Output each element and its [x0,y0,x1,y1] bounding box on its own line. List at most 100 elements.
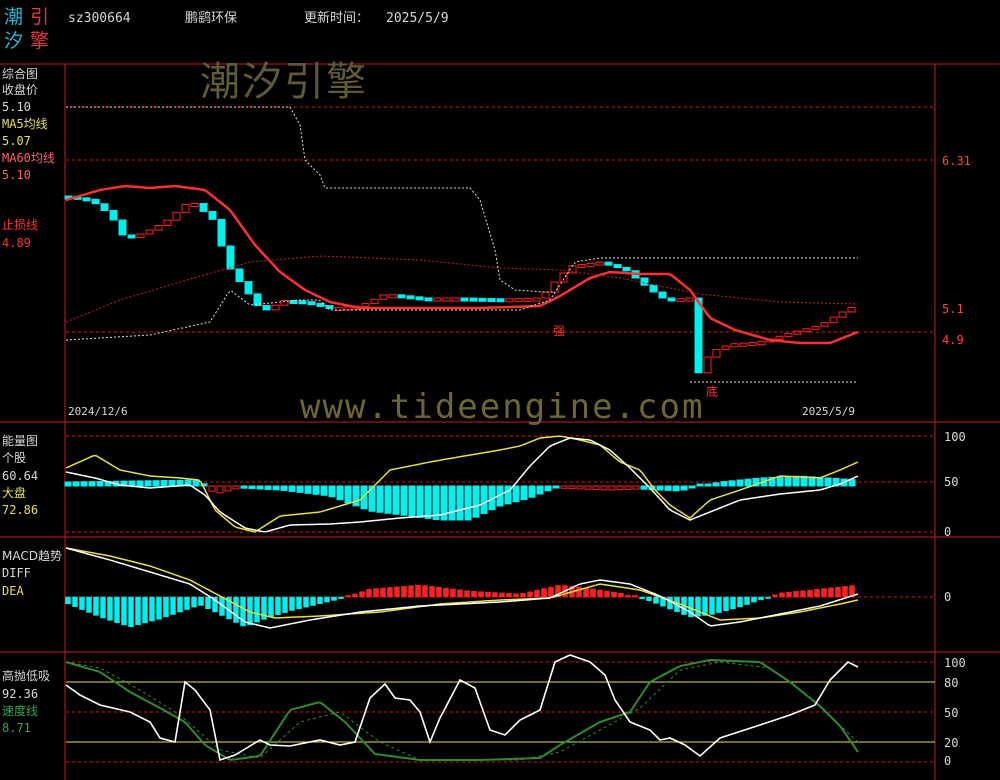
candle [802,328,811,333]
candle [100,203,109,211]
macd-histogram-bar [387,587,393,598]
kdj-panel[interactable] [65,654,859,762]
energy-axis-label: 0 [944,525,952,539]
candle [523,297,532,302]
energy-panel[interactable] [64,435,859,533]
macd-histogram-bar [786,591,792,598]
energy-bar [64,481,72,487]
macd-histogram-bar [772,594,778,598]
candle [361,303,370,308]
energy-bar [280,485,288,491]
candle [172,211,181,221]
candle [622,266,631,272]
candle [145,229,154,235]
candle [235,268,244,283]
close-label: 收盘价 [2,83,39,97]
macd-histogram-bar [198,596,204,606]
candle [298,300,307,305]
kdj-axis-label: 80 [944,676,959,690]
macd-histogram-bar [380,587,386,598]
candle [118,219,127,236]
candle [829,316,838,324]
energy-bar [256,485,264,490]
candle [469,297,478,302]
macd-histogram-bar [338,596,344,599]
energy-bar [336,485,344,501]
candle [658,291,667,299]
macd-histogram-bar [310,596,316,606]
candle [820,322,829,327]
macd-histogram-bar [184,596,190,610]
candle [388,294,397,299]
ma5-label: MA5均线 [2,117,48,131]
energy-bar [584,485,592,490]
energy-bar [624,485,632,490]
kdj-panel-title: 高抛低吸 [2,669,51,683]
candle [721,345,730,351]
energy-bar [696,483,704,487]
energy-bar [208,485,216,492]
energy-bar [608,485,616,491]
speed-value: 8.71 [2,721,31,735]
energy-bar [144,480,152,487]
macd-histogram-bar [191,596,197,608]
candle [460,297,469,302]
macd-histogram-bar [79,596,85,610]
energy-bar [712,482,720,487]
ma60-line [65,255,859,323]
logo-char: 引 [30,6,50,28]
candle [136,233,145,239]
energy-bar [88,481,96,487]
macd-histogram-bar [317,596,323,605]
energy-bar [600,485,608,491]
candle [550,281,559,293]
energy-axis-label: 50 [944,475,959,489]
macd-histogram-bar [331,596,337,601]
energy-bar [664,485,672,491]
macd-histogram-bar [639,596,645,600]
energy-bar [456,485,464,521]
energy-bar [224,485,232,492]
macd-histogram-bar [289,596,295,611]
price-axis-label: 5.1 [942,302,964,316]
macd-histogram-bar [793,591,799,598]
macd-histogram-bar [814,589,820,598]
macd-histogram-bar [534,589,540,598]
macd-histogram-bar [233,596,239,623]
energy-bar [824,477,832,487]
macd-histogram-bar [625,594,631,598]
macd-histogram-bar [114,596,120,623]
candle [496,298,505,303]
energy-bar [816,476,824,487]
energy-bar [264,485,272,490]
macd-histogram-bar [597,589,603,598]
candle [451,297,460,302]
energy-bar [784,476,792,487]
candle [163,219,172,227]
price-panel[interactable] [64,106,859,383]
candle [604,261,613,266]
energy-bar [312,485,320,495]
macd-histogram-bar [149,596,155,622]
value-line [65,654,859,762]
stock-energy-value: 60.64 [2,469,39,483]
macd-histogram-bar [513,593,519,598]
app-logo: 潮 引 汐 擎 [4,6,56,54]
close-value: 5.10 [2,100,31,114]
candle [793,330,802,335]
energy-bar [544,485,552,492]
candle [181,203,190,213]
price-axis-label: 4.9 [942,333,964,347]
macd-panel[interactable] [65,547,859,629]
macd-histogram-bar [716,596,722,613]
macd-histogram-bar [506,593,512,598]
candle [505,298,514,303]
macd-histogram-bar [135,596,141,626]
energy-bar [320,485,328,496]
macd-histogram-bar [296,596,302,610]
energy-bar [248,485,256,490]
energy-bar [400,485,408,516]
candle [325,305,334,310]
bottom-annotation: 底 [706,385,719,399]
energy-bar [672,485,680,492]
